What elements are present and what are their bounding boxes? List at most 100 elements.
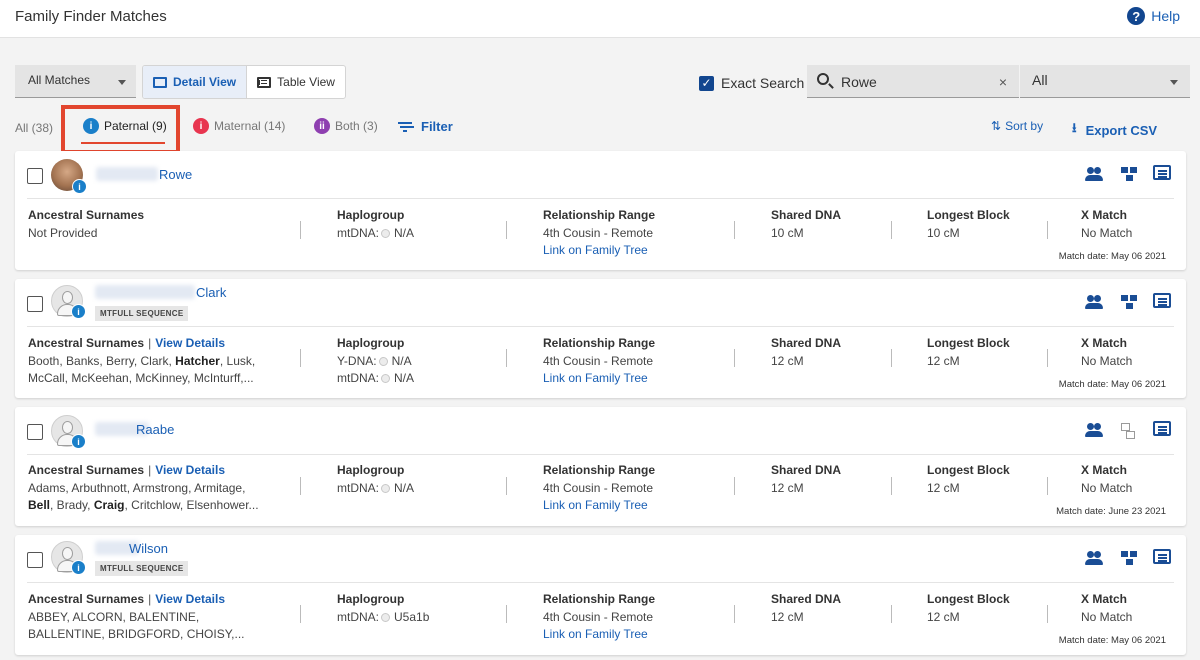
match-select-checkbox[interactable] [27, 552, 43, 568]
match-select-checkbox[interactable] [27, 296, 43, 312]
table-view-button[interactable]: Table View [247, 66, 345, 98]
match-date: Match date: May 06 2021 [1058, 251, 1166, 262]
relationship-header: Relationship Range [543, 463, 656, 477]
view-details-link[interactable]: View Details [155, 463, 225, 477]
family-tree-icon[interactable] [1119, 165, 1139, 183]
shared-matches-icon[interactable] [1085, 293, 1105, 311]
tab-both-label: Both (3) [335, 119, 378, 133]
link-on-family-tree[interactable]: Link on Family Tree [543, 242, 655, 260]
surnames-column: Ancestral Surnames Not Provided [28, 207, 144, 242]
surnames-value: McCall, McKeehan, McKinney, McInturff,..… [28, 371, 254, 385]
status-dot-icon [378, 356, 388, 366]
card-divider [27, 582, 1174, 583]
detail-view-button[interactable]: Detail View [143, 66, 248, 98]
shared-dna-value: 12 cM [771, 480, 804, 495]
avatar[interactable]: i [51, 285, 86, 319]
link-on-family-tree[interactable]: Link on Family Tree [543, 626, 655, 644]
surnames-text: , Brady, [50, 498, 94, 512]
notes-icon[interactable] [1153, 549, 1171, 564]
haplogroup-column: Haplogroup Y-DNA: N/A mtDNA: N/A [337, 335, 414, 388]
filter-button[interactable]: Filter [398, 119, 453, 134]
view-details-link[interactable]: View Details [155, 592, 225, 606]
match-name[interactable]: Wilson [129, 541, 168, 556]
haplogroup-row: mtDNA: N/A [337, 480, 414, 498]
haplogroup-column: Haplogroup mtDNA: U5a1b [337, 591, 429, 626]
longest-block-value: 12 cM [927, 480, 960, 495]
haplogroup-value: N/A [391, 353, 412, 368]
match-name[interactable]: Raabe [136, 422, 174, 437]
x-match-header: X Match [1081, 463, 1128, 477]
link-on-family-tree[interactable]: Link on Family Tree [543, 497, 655, 515]
haplogroup-header: Haplogroup [337, 336, 405, 350]
haplogroup-type: mtDNA: [337, 371, 379, 385]
search-input[interactable] [841, 72, 991, 92]
avatar[interactable]: i [51, 541, 86, 575]
match-actions [1085, 165, 1171, 183]
match-date: Match date: June 23 2021 [1056, 506, 1166, 517]
shared-matches-icon[interactable] [1085, 421, 1105, 439]
shared-dna-header: Shared DNA [771, 592, 842, 606]
status-dot-icon [381, 228, 390, 238]
chevron-down-icon [118, 80, 126, 85]
tab-maternal[interactable]: i Maternal (14) [193, 118, 285, 134]
sort-by-button[interactable]: ⇅ Sort by [991, 119, 1043, 133]
matches-dropdown[interactable]: All Matches [15, 65, 136, 98]
redacted-name [95, 285, 195, 299]
tab-paternal[interactable]: i Paternal (9) [83, 118, 167, 134]
longest-block-column: Longest Block 12 cM [927, 335, 1010, 370]
paternal-badge-icon: i [71, 304, 86, 319]
match-name[interactable]: Clark [196, 285, 226, 300]
export-csv-label: Export CSV [1085, 122, 1158, 138]
haplogroup-type: mtDNA: [337, 225, 379, 240]
surnames-text: Booth, Banks, Berry, Clark, [28, 353, 176, 368]
shared-dna-column: Shared DNA 12 cM [771, 335, 841, 370]
relationship-header: Relationship Range [543, 336, 656, 350]
view-details-link[interactable]: View Details [155, 336, 225, 350]
haplogroup-value: U5a1b [394, 609, 430, 624]
haplogroup-row: Y-DNA: N/A [337, 353, 414, 371]
longest-block-header: Longest Block [927, 208, 1010, 222]
x-match-header: X Match [1081, 592, 1128, 606]
match-actions [1085, 421, 1171, 439]
relationship-value: 4th Cousin - Remote [543, 480, 654, 495]
notes-icon[interactable] [1153, 293, 1171, 308]
match-select-checkbox[interactable] [27, 168, 43, 184]
surname-highlighted: Craig [93, 498, 125, 512]
surnames-column: Ancestral Surnames | View Details ABBEY, A… [28, 591, 245, 644]
surnames-value: ABBEY, ALCORN, BALENTINE, [28, 609, 200, 624]
tab-both[interactable]: ii Both (3) [314, 118, 378, 134]
link-on-family-tree[interactable]: Link on Family Tree [543, 370, 655, 388]
column-separator [734, 477, 735, 495]
avatar[interactable]: i [51, 415, 86, 449]
separator: | [148, 463, 152, 477]
surnames-text: , Lusk, [219, 353, 256, 368]
shared-matches-icon[interactable] [1085, 549, 1105, 567]
shared-dna-value: 10 cM [771, 225, 804, 240]
help-icon: ? [1127, 7, 1146, 25]
help-link[interactable]: ? Help [1127, 7, 1180, 25]
controls-row: All Matches Detail View Table View ✓ Exa… [0, 62, 1200, 102]
family-tree-icon[interactable] [1119, 293, 1139, 311]
notes-icon[interactable] [1153, 421, 1171, 436]
test-type-badge: MTFULL SEQUENCE [95, 306, 189, 321]
family-tree-icon[interactable] [1119, 421, 1139, 439]
search-field-dropdown[interactable]: All [1020, 65, 1190, 98]
haplogroup-value: N/A [394, 225, 415, 240]
search-field-dropdown-value: All [1032, 72, 1048, 88]
surnames-header: Ancestral Surnames | View Details [28, 591, 245, 609]
tab-all[interactable]: All (38) [15, 121, 53, 135]
notes-icon[interactable] [1153, 165, 1171, 180]
family-tree-icon[interactable] [1119, 549, 1139, 567]
match-select-checkbox[interactable] [27, 424, 43, 440]
clear-search-icon[interactable]: × [999, 74, 1007, 90]
test-type-badge: MTFULL SEQUENCE [95, 561, 189, 576]
shared-matches-icon[interactable] [1085, 165, 1105, 183]
haplogroup-column: Haplogroup mtDNA: N/A [337, 462, 414, 497]
column-separator [734, 349, 735, 367]
avatar[interactable]: i [51, 159, 87, 194]
status-dot-icon [381, 374, 390, 383]
exact-search-checkbox[interactable]: ✓ Exact Search [699, 75, 804, 91]
column-separator [300, 221, 301, 239]
export-csv-button[interactable]: ⭳ Export CSV [1072, 119, 1157, 141]
match-name[interactable]: Rowe [159, 167, 192, 182]
